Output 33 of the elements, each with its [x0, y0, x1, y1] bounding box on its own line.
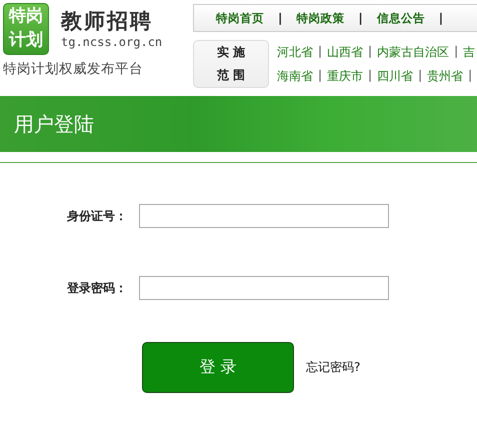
province-link[interactable]: 吉	[463, 44, 476, 60]
province-link[interactable]: 内蒙古自治区	[377, 44, 450, 60]
input-field[interactable]	[139, 204, 389, 228]
separator: |	[358, 11, 363, 25]
province-link[interactable]: 四川省	[377, 68, 414, 84]
site-domain: tg.ncss.org.cn	[61, 34, 162, 50]
separator: |	[278, 11, 282, 25]
province-link[interactable]: 贵州省	[427, 68, 464, 84]
province-link[interactable]: 山西省	[327, 44, 364, 60]
separator: |	[454, 44, 458, 60]
forgot-password-link[interactable]: 忘记密码?	[306, 359, 360, 376]
separator: |	[318, 68, 322, 84]
separator: |	[418, 68, 422, 84]
province-link[interactable]: 海南省	[277, 68, 313, 84]
separator: |	[438, 11, 444, 25]
login-button[interactable]: 登 录	[142, 342, 294, 393]
separator: |	[368, 44, 372, 60]
province-link[interactable]: 重庆市	[327, 68, 364, 84]
banner-title: 用户登陆	[14, 110, 94, 138]
separator: |	[318, 44, 322, 60]
field-label: 登录密码：	[66, 280, 127, 296]
nav-link[interactable]: 信息公告	[376, 10, 425, 26]
site-title: 教师招聘	[61, 8, 154, 34]
separator: |	[368, 68, 372, 84]
field-label: 身份证号：	[66, 208, 127, 224]
region-label: 实 施 范 围	[193, 40, 269, 88]
logo-badge: 特岗 计划	[3, 3, 49, 55]
nav-link[interactable]: 特岗政策	[296, 10, 344, 26]
province-link[interactable]: 河北省	[277, 44, 313, 60]
input-field[interactable]	[139, 276, 389, 300]
tagline: 特岗计划权威发布平台	[3, 60, 144, 78]
separator: |	[468, 68, 472, 84]
nav-link[interactable]: 特岗首页	[216, 10, 264, 26]
